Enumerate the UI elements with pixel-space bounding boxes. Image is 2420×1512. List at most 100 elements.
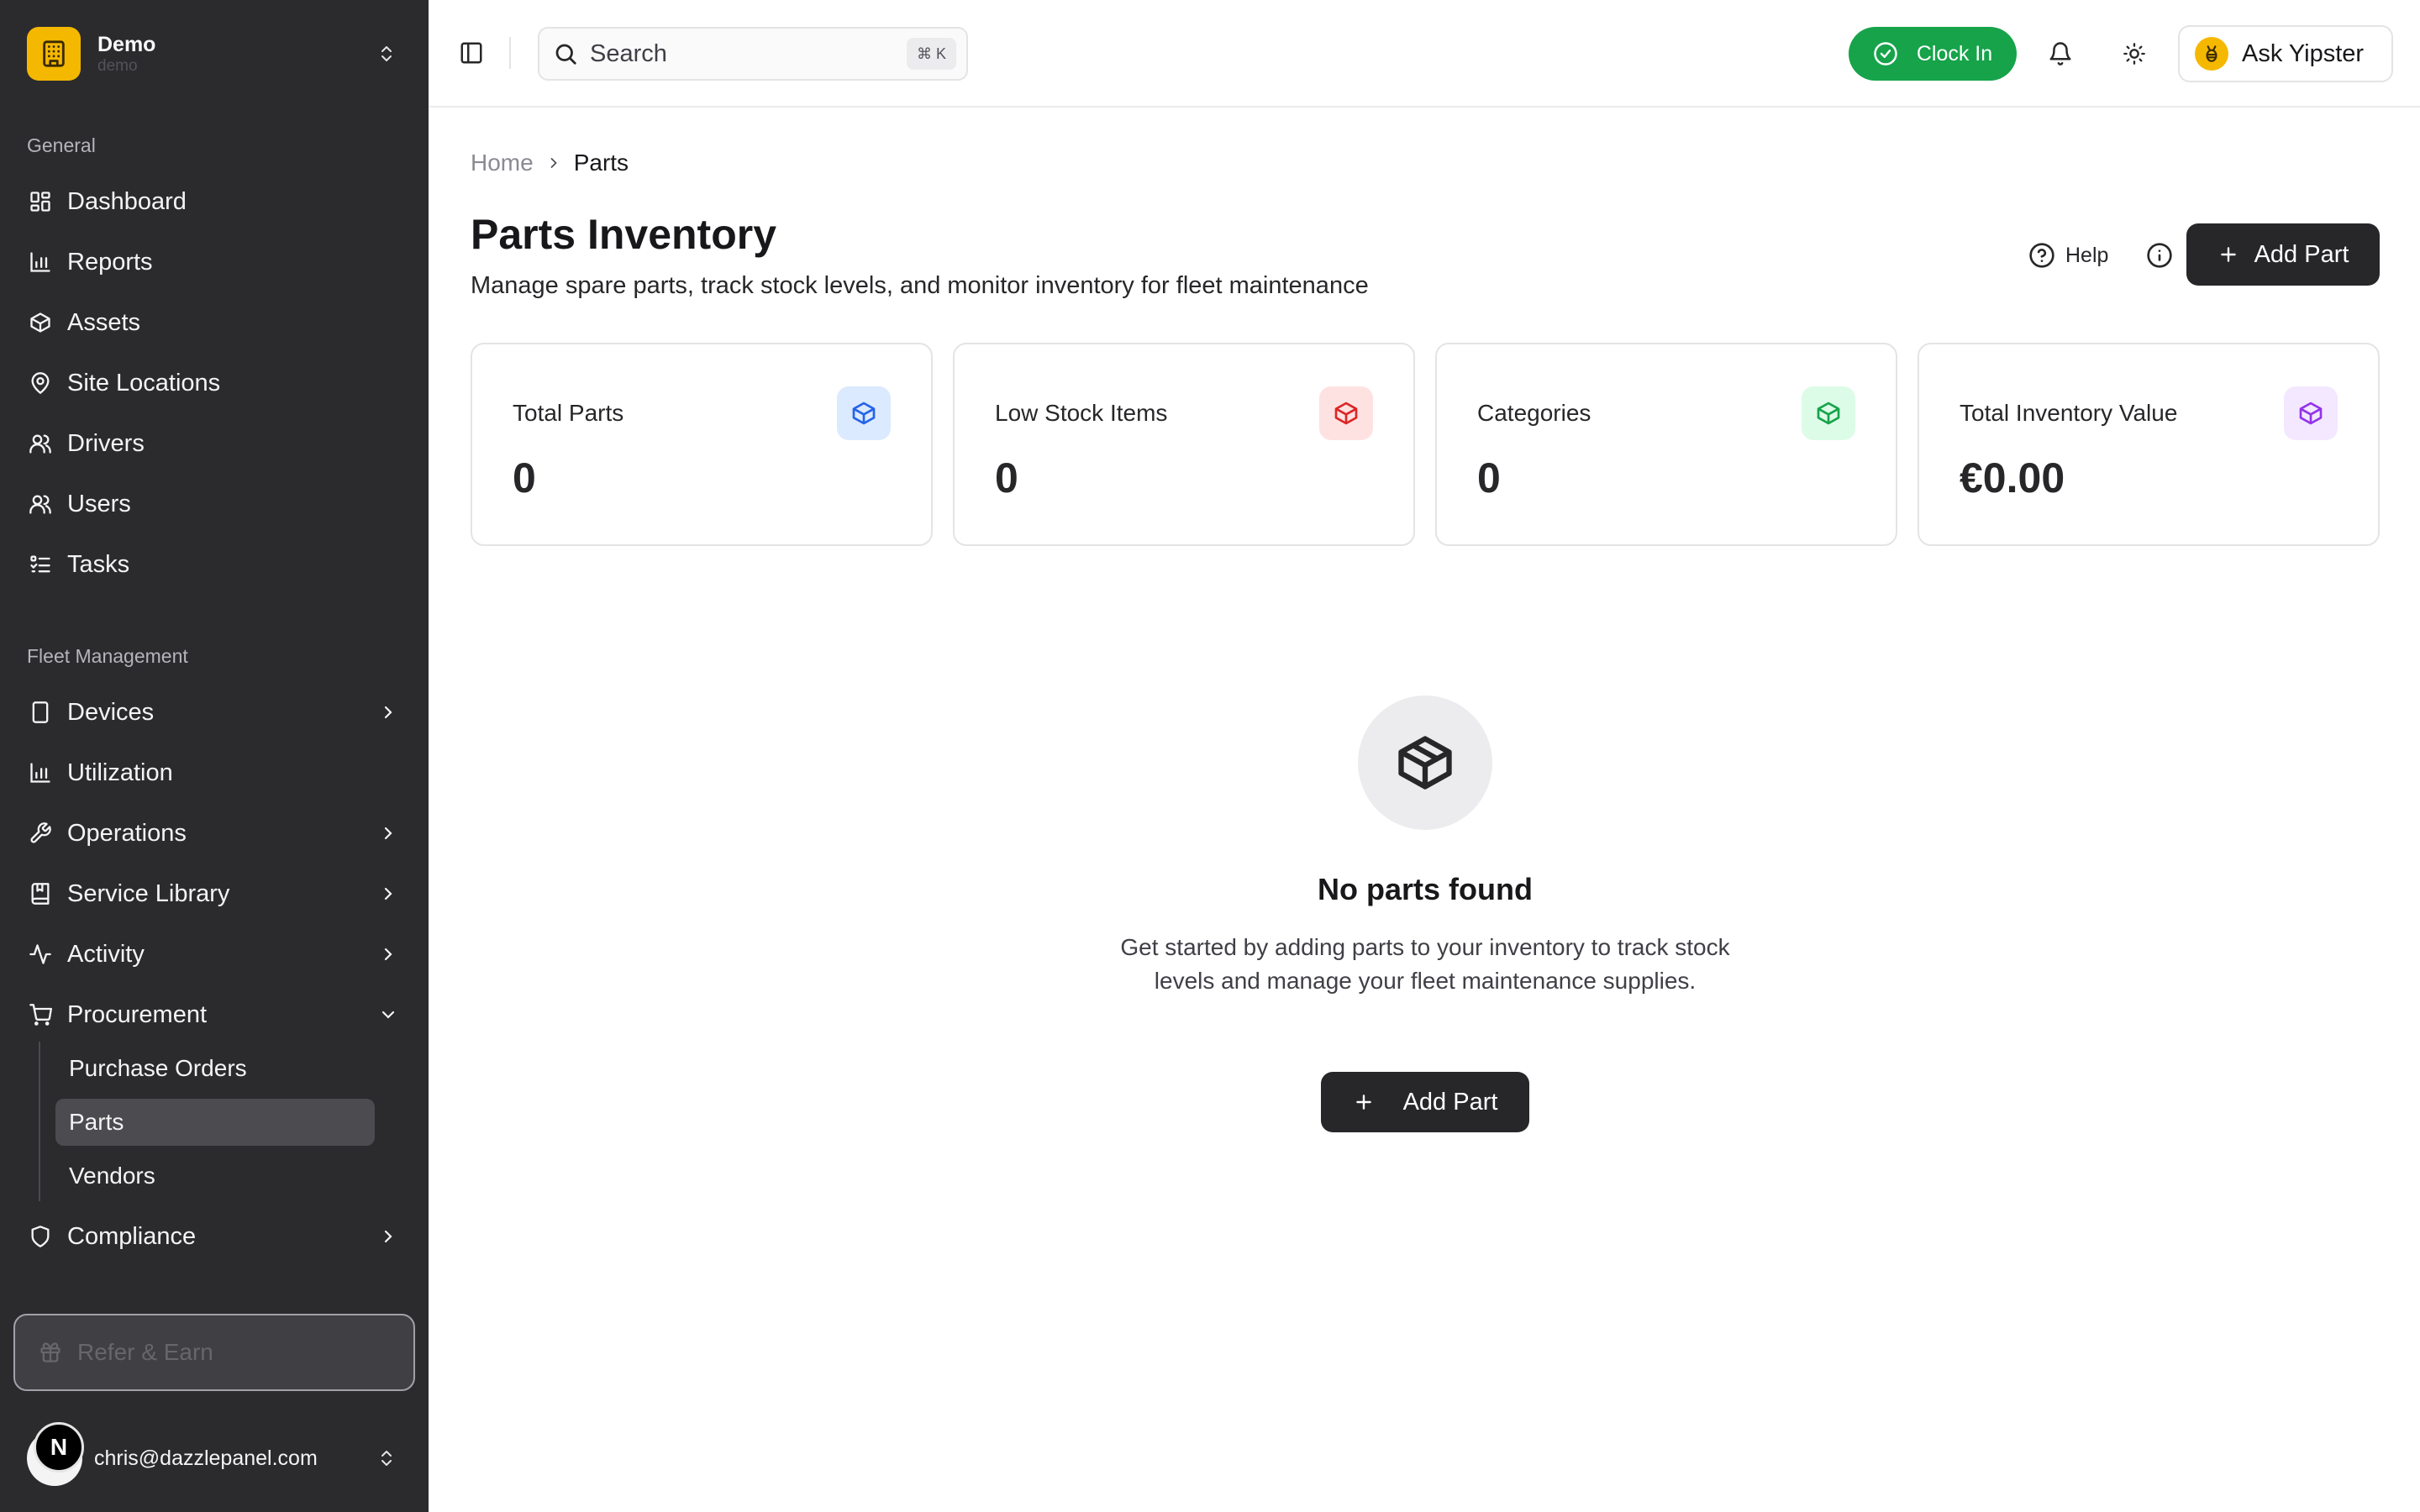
sidebar-item-label: Drivers xyxy=(67,429,145,457)
workspace-switcher[interactable]: Demo demo xyxy=(27,25,402,82)
plus-icon xyxy=(2217,244,2239,265)
users-icon xyxy=(27,430,54,457)
sidebar-item-label: Devices xyxy=(67,698,155,726)
shield-icon xyxy=(27,1223,54,1250)
sidebar-subitem-vendors[interactable]: Vendors xyxy=(55,1152,375,1200)
sidebar-subitem-purchase-orders[interactable]: Purchase Orders xyxy=(55,1045,375,1092)
help-label: Help xyxy=(2065,243,2109,267)
breadcrumb: Home Parts xyxy=(471,150,629,176)
sidebar-toggle-icon[interactable] xyxy=(457,39,486,67)
sidebar-item-site-locations[interactable]: Site Locations xyxy=(27,360,402,407)
sidebar-subitem-parts[interactable]: Parts xyxy=(55,1099,375,1146)
clock-in-label: Clock In xyxy=(1916,41,1993,66)
sidebar-item-label: Utilization xyxy=(67,759,173,786)
sidebar-item-activity[interactable]: Activity xyxy=(27,931,402,978)
chevron-right-icon xyxy=(375,820,402,847)
bell-icon[interactable] xyxy=(2045,39,2075,69)
workspace-name: Demo xyxy=(97,33,156,56)
box-icon xyxy=(837,386,891,440)
search-shortcut: ⌘ K xyxy=(907,38,956,70)
sidebar-item-label: Operations xyxy=(67,819,187,847)
chevron-right-icon xyxy=(375,699,402,726)
check-circle-icon xyxy=(1873,41,1898,66)
sidebar-item-reports[interactable]: Reports xyxy=(27,239,402,286)
clock-in-button[interactable]: Clock In xyxy=(1849,27,2017,81)
stat-label: Low Stock Items xyxy=(995,400,1168,426)
add-part-label: Add Part xyxy=(2254,240,2349,268)
book-icon xyxy=(27,880,54,907)
sidebar-item-label: Assets xyxy=(67,308,141,336)
chevron-right-icon xyxy=(375,880,402,907)
sidebar-item-label: Activity xyxy=(67,940,145,968)
workspace-subtitle: demo xyxy=(97,57,138,75)
stat-label: Total Inventory Value xyxy=(1960,400,2178,426)
theme-toggle-sun-icon[interactable] xyxy=(2119,39,2149,69)
ask-yipster-label: Ask Yipster xyxy=(2242,39,2365,67)
sidebar-item-users[interactable]: Users xyxy=(27,480,402,528)
add-part-label: Add Part xyxy=(1402,1088,1498,1116)
sidebar-item-label: Dashboard xyxy=(67,187,187,215)
help-button[interactable]: Help xyxy=(2028,239,2108,272)
refer-and-earn-label: Refer & Earn xyxy=(77,1339,213,1365)
avatar-letter: N xyxy=(34,1422,84,1473)
users-icon xyxy=(27,491,54,517)
user-menu[interactable]: N chris@dazzlepanel.com xyxy=(27,1422,402,1490)
chevron-down-icon xyxy=(375,1001,402,1028)
search-box[interactable]: ⌘ K xyxy=(538,27,968,81)
sidebar-item-service-library[interactable]: Service Library xyxy=(27,870,402,917)
activity-icon xyxy=(27,941,54,968)
help-circle-icon xyxy=(2028,242,2055,269)
breadcrumb-home[interactable]: Home xyxy=(471,150,534,176)
page-subtitle: Manage spare parts, track stock levels, … xyxy=(471,272,1369,299)
ask-yipster-button[interactable]: Ask Yipster xyxy=(2178,25,2393,82)
sidebar-item-label: Site Locations xyxy=(67,369,221,396)
group-label-fleet: Fleet Management xyxy=(27,645,188,667)
sidebar: Demo demo General Dashboard Reports Asse… xyxy=(0,0,429,1512)
sidebar-item-devices[interactable]: Devices xyxy=(27,689,402,736)
wrench-icon xyxy=(27,820,54,847)
add-part-button[interactable]: Add Part xyxy=(2186,223,2380,286)
stat-label: Total Parts xyxy=(513,400,624,426)
avatar: N xyxy=(27,1422,84,1486)
sidebar-item-dashboard[interactable]: Dashboard xyxy=(27,178,402,225)
sidebar-item-label: Reports xyxy=(67,248,153,276)
tablet-icon xyxy=(27,699,54,726)
box-icon xyxy=(27,309,54,336)
sidebar-item-drivers[interactable]: Drivers xyxy=(27,420,402,467)
box-icon xyxy=(1319,386,1373,440)
chevron-right-icon xyxy=(375,941,402,968)
group-label-general: General xyxy=(27,134,96,156)
info-icon[interactable] xyxy=(2144,240,2175,270)
dashboard-icon xyxy=(27,188,54,215)
bar-chart-icon xyxy=(27,249,54,276)
stat-value: 0 xyxy=(513,454,536,501)
gift-icon xyxy=(39,1341,62,1364)
page-title: Parts Inventory xyxy=(471,211,777,258)
sidebar-item-tasks[interactable]: Tasks xyxy=(27,541,402,588)
stat-label: Categories xyxy=(1477,400,1591,426)
stat-card-total-parts: Total Parts 0 xyxy=(471,343,933,546)
empty-state-description: Get started by adding parts to your inve… xyxy=(1120,934,1730,994)
box-icon xyxy=(2284,386,2338,440)
chevrons-up-down-icon xyxy=(371,1443,402,1473)
add-part-empty-button[interactable]: Add Part xyxy=(1321,1072,1529,1132)
sidebar-item-label: Service Library xyxy=(67,879,230,907)
sidebar-item-label: Users xyxy=(67,490,131,517)
yipster-logo-icon xyxy=(2195,37,2228,71)
building-icon xyxy=(27,27,81,81)
chevron-right-icon xyxy=(545,155,562,171)
map-pin-icon xyxy=(27,370,54,396)
cart-icon xyxy=(27,1001,54,1028)
sidebar-item-operations[interactable]: Operations xyxy=(27,810,402,857)
empty-state-title: No parts found xyxy=(1318,872,1533,906)
sidebar-item-compliance[interactable]: Compliance xyxy=(27,1213,402,1260)
stat-card-categories: Categories 0 xyxy=(1435,343,1897,546)
refer-and-earn-button[interactable]: Refer & Earn xyxy=(13,1314,415,1391)
sidebar-item-assets[interactable]: Assets xyxy=(27,299,402,346)
sidebar-item-procurement[interactable]: Procurement xyxy=(27,991,402,1038)
search-input[interactable] xyxy=(590,39,907,68)
stat-value: €0.00 xyxy=(1960,454,2065,501)
sidebar-item-utilization[interactable]: Utilization xyxy=(27,749,402,796)
header-divider xyxy=(509,37,511,69)
sidebar-item-label: Tasks xyxy=(67,550,130,578)
